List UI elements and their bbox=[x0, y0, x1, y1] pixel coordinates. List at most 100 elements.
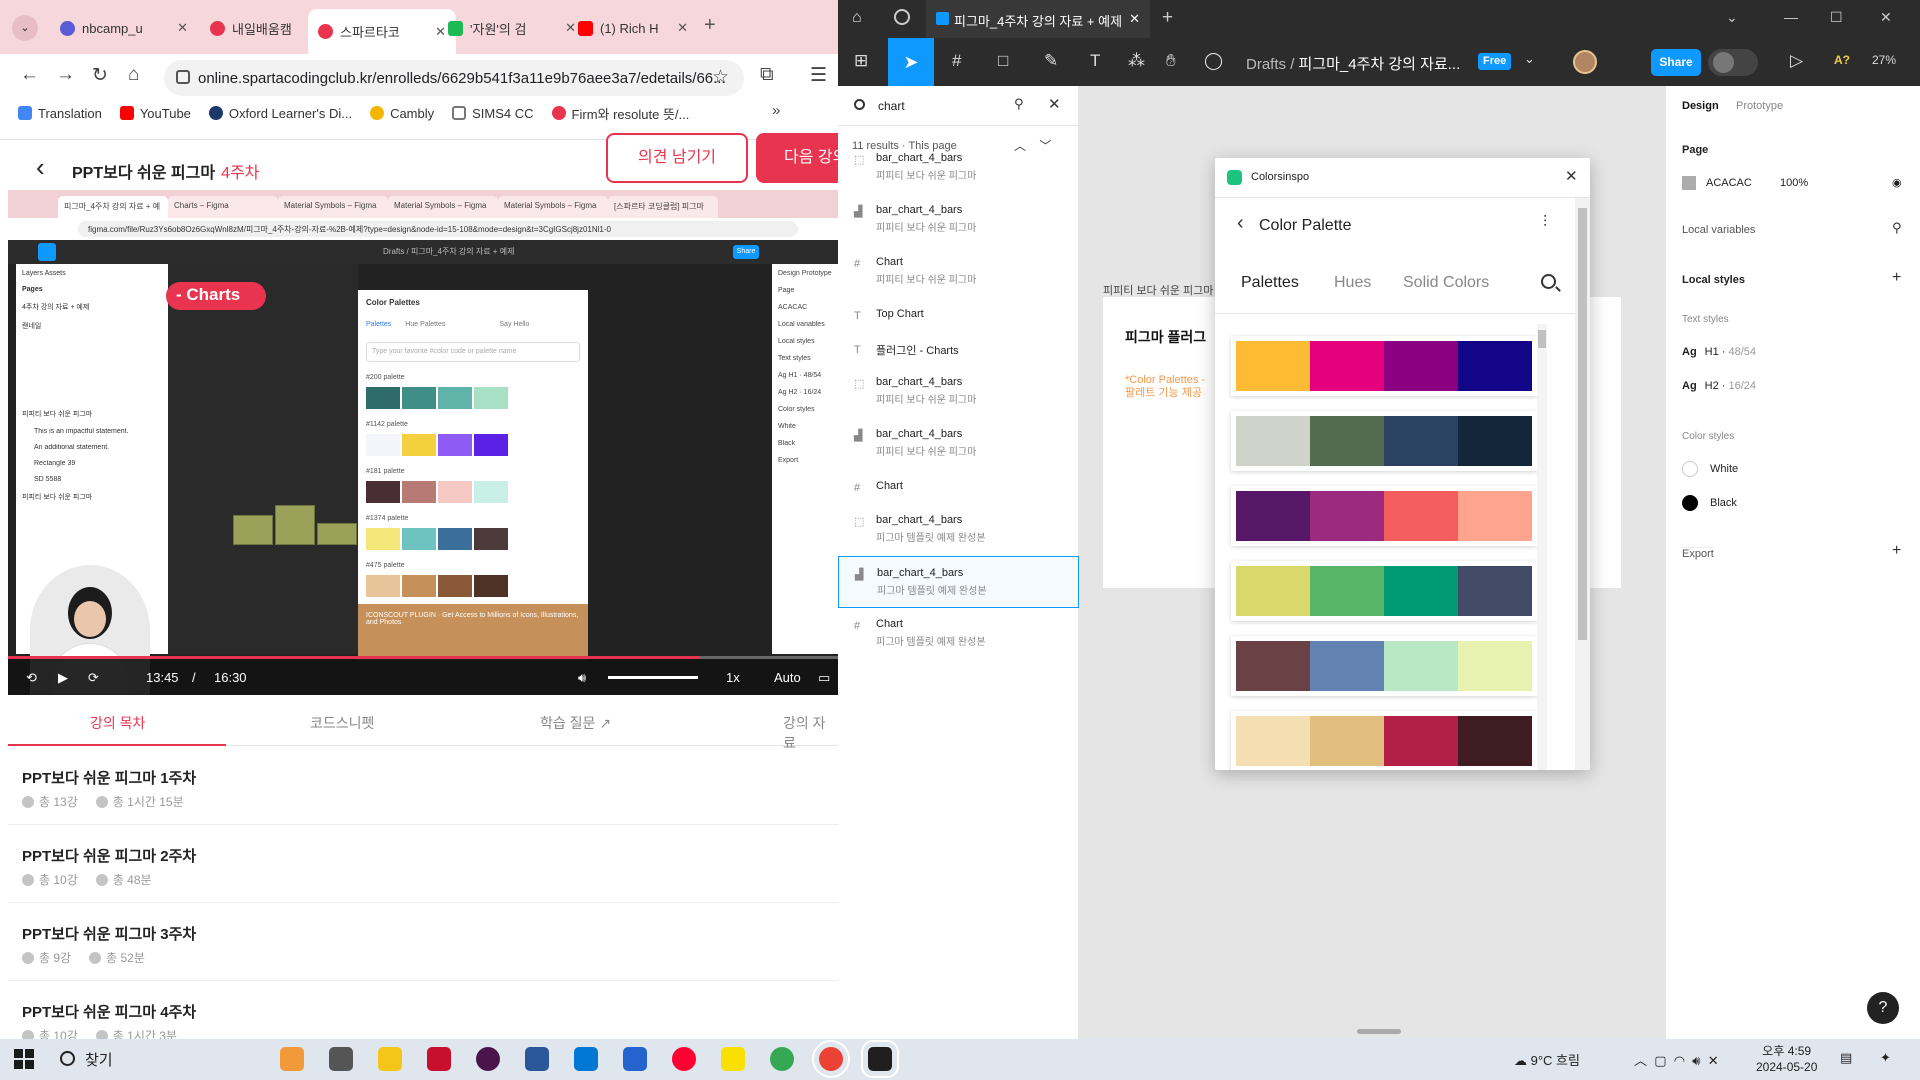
close-icon[interactable]: ✕ bbox=[1048, 95, 1061, 113]
help-button[interactable]: ? bbox=[1867, 992, 1899, 1024]
page-color-value[interactable]: ACACAC bbox=[1706, 177, 1752, 189]
color-swatch[interactable] bbox=[1310, 416, 1384, 466]
todo-icon[interactable] bbox=[623, 1047, 647, 1071]
main-menu-icon[interactable]: ⊞ bbox=[854, 51, 868, 71]
file-breadcrumb[interactable]: Drafts / 피그마_4주차 강의 자료... bbox=[1246, 53, 1460, 74]
ai-icon[interactable]: A? bbox=[1834, 53, 1850, 67]
slack-icon[interactable] bbox=[476, 1047, 500, 1071]
figma-icon[interactable] bbox=[861, 1040, 899, 1078]
windows-start-icon[interactable] bbox=[14, 1049, 34, 1069]
plugin-scrollbar[interactable] bbox=[1575, 198, 1590, 770]
search-result-item[interactable]: # Chart 피그마 템플릿 예제 완성본 bbox=[838, 608, 1079, 660]
tab-solid-colors[interactable]: Solid Colors bbox=[1403, 274, 1489, 292]
color-style-black[interactable]: Black bbox=[1710, 497, 1737, 509]
pen-tool-icon[interactable]: ✎ bbox=[1044, 51, 1058, 71]
back-chevron-icon[interactable]: ‹ bbox=[1237, 212, 1244, 235]
present-icon[interactable]: ▷ bbox=[1790, 51, 1803, 71]
color-swatch[interactable] bbox=[1384, 416, 1458, 466]
add-style-icon[interactable]: + bbox=[1892, 269, 1901, 287]
back-arrow-icon[interactable]: ← bbox=[20, 64, 39, 86]
color-swatch[interactable] bbox=[1384, 716, 1458, 766]
close-icon[interactable]: ✕ bbox=[1565, 167, 1578, 185]
page-color-swatch[interactable] bbox=[1682, 176, 1696, 190]
color-swatch[interactable] bbox=[1384, 641, 1458, 691]
color-swatch[interactable] bbox=[1384, 491, 1458, 541]
frame-label[interactable]: 피피티 보다 쉬운 피그마 bbox=[1103, 282, 1213, 298]
shape-tool-icon[interactable]: □ bbox=[998, 51, 1008, 71]
lesson-week-item[interactable]: PPT보다 쉬운 피그마 1주차 총 13강 총 1시간 15분 bbox=[8, 747, 838, 825]
app-red-icon[interactable] bbox=[427, 1047, 451, 1071]
chevron-down-icon[interactable]: ⌄ bbox=[1726, 9, 1738, 26]
color-swatch[interactable] bbox=[1310, 716, 1384, 766]
search-result-item[interactable]: ▟ bar_chart_4_bars 피피티 보다 쉬운 피그마 bbox=[838, 418, 1079, 470]
playback-speed[interactable]: 1x bbox=[726, 670, 740, 685]
comment-icon[interactable]: ◯ bbox=[1204, 51, 1223, 71]
color-style-white[interactable]: White bbox=[1710, 463, 1738, 475]
filter-icon[interactable]: ⚲ bbox=[1014, 96, 1024, 112]
new-tab-icon[interactable]: + bbox=[704, 14, 716, 37]
dev-mode-toggle[interactable] bbox=[1708, 49, 1758, 76]
tray-icons[interactable]: ︿ ▢ ◠ 🔊︎ ✕ bbox=[1634, 1050, 1719, 1069]
color-swatch[interactable] bbox=[1458, 641, 1532, 691]
video-quality[interactable]: Auto bbox=[774, 670, 801, 685]
rewind-10-icon[interactable]: ⟲ bbox=[26, 670, 37, 686]
color-swatch[interactable] bbox=[1458, 566, 1532, 616]
color-swatch-black[interactable] bbox=[1682, 495, 1698, 511]
search-input[interactable]: chart bbox=[878, 99, 905, 113]
color-swatch[interactable] bbox=[1236, 416, 1310, 466]
avatar[interactable] bbox=[1573, 50, 1597, 74]
notification-icon[interactable]: ▤ bbox=[1840, 1050, 1852, 1066]
new-tab-icon[interactable]: + bbox=[1162, 7, 1173, 29]
export-section[interactable]: Export bbox=[1682, 547, 1714, 560]
tab-palettes[interactable]: Palettes bbox=[1241, 274, 1299, 292]
color-swatch[interactable] bbox=[1236, 341, 1310, 391]
weather-widget[interactable]: ☁ 9°C 흐림 bbox=[1514, 1050, 1580, 1069]
minimize-icon[interactable]: — bbox=[1784, 9, 1798, 25]
color-palette-card[interactable] bbox=[1231, 561, 1537, 621]
browser-tab-active[interactable]: 스파르타코 ✕ bbox=[308, 9, 456, 54]
color-swatch[interactable] bbox=[1310, 491, 1384, 541]
local-variables[interactable]: Local variables bbox=[1682, 224, 1755, 236]
color-palette-card[interactable] bbox=[1231, 486, 1537, 546]
color-swatch[interactable] bbox=[1236, 641, 1310, 691]
chrome-active-icon[interactable] bbox=[812, 1040, 850, 1078]
color-swatch[interactable] bbox=[1458, 341, 1532, 391]
close-icon[interactable]: ✕ bbox=[677, 20, 688, 36]
reload-icon[interactable]: ↻ bbox=[92, 64, 108, 87]
color-swatch[interactable] bbox=[1310, 641, 1384, 691]
text-style-h1[interactable]: Ag H1 · 48/54 bbox=[1682, 346, 1756, 358]
file-explorer-icon[interactable] bbox=[378, 1047, 402, 1071]
chrome-icon[interactable] bbox=[770, 1047, 794, 1071]
taskbar-search[interactable]: 찾기 bbox=[60, 1049, 113, 1070]
hand-tool-icon[interactable]: ✋︎ bbox=[1166, 51, 1176, 71]
tab-search-icon[interactable]: ⌄ bbox=[12, 15, 38, 41]
video-player[interactable]: 피그마_4주차 강의 자료 + 예 Charts – Figma Materia… bbox=[8, 190, 838, 695]
variables-settings-icon[interactable]: ⚲ bbox=[1892, 220, 1902, 236]
url-field[interactable]: online.spartacodingclub.kr/enrolleds/662… bbox=[164, 60, 744, 96]
back-chevron-icon[interactable]: ‹ bbox=[36, 152, 45, 183]
search-result-item[interactable]: ⬚ bar_chart_4_bars 피피티 보다 쉬운 피그마 bbox=[838, 366, 1079, 418]
color-palette-card[interactable] bbox=[1231, 411, 1537, 471]
tab-lecture-list[interactable]: 강의 목차 bbox=[90, 713, 145, 733]
tab-hues[interactable]: Hues bbox=[1334, 274, 1371, 292]
kakaotalk-icon[interactable] bbox=[721, 1047, 745, 1071]
color-swatch[interactable] bbox=[1236, 566, 1310, 616]
close-icon[interactable]: ✕ bbox=[177, 20, 188, 36]
lesson-week-item[interactable]: PPT보다 쉬운 피그마 3주차 총 9강 총 52분 bbox=[8, 903, 838, 981]
share-button[interactable]: Share bbox=[1651, 49, 1701, 76]
home-icon[interactable]: ⌂ bbox=[852, 9, 862, 27]
bookmark-sims4[interactable]: SIMS4 CC bbox=[452, 106, 534, 121]
menu-icon[interactable]: ☰ bbox=[810, 64, 827, 87]
globe-icon[interactable] bbox=[894, 9, 910, 25]
task-view-icon[interactable] bbox=[329, 1047, 353, 1071]
lesson-week-item[interactable]: PPT보다 쉬운 피그마 2주차 총 10강 총 48분 bbox=[8, 825, 838, 903]
lesson-week-item[interactable]: PPT보다 쉬운 피그마 4주차 총 10강 총 1시간 3분 bbox=[8, 981, 838, 1039]
next-lecture-button[interactable]: 다음 강의 bbox=[756, 133, 838, 183]
text-style-h2[interactable]: Ag H2 · 16/24 bbox=[1682, 380, 1756, 392]
move-tool-icon[interactable]: ➤ bbox=[888, 38, 934, 86]
add-export-icon[interactable]: + bbox=[1892, 542, 1901, 560]
eye-icon[interactable]: ◉ bbox=[1892, 176, 1902, 189]
search-result-item[interactable]: # Chart 피피티 보다 쉬운 피그마 bbox=[838, 246, 1079, 298]
color-swatch[interactable] bbox=[1458, 491, 1532, 541]
flower-widget-icon[interactable] bbox=[280, 1047, 304, 1071]
